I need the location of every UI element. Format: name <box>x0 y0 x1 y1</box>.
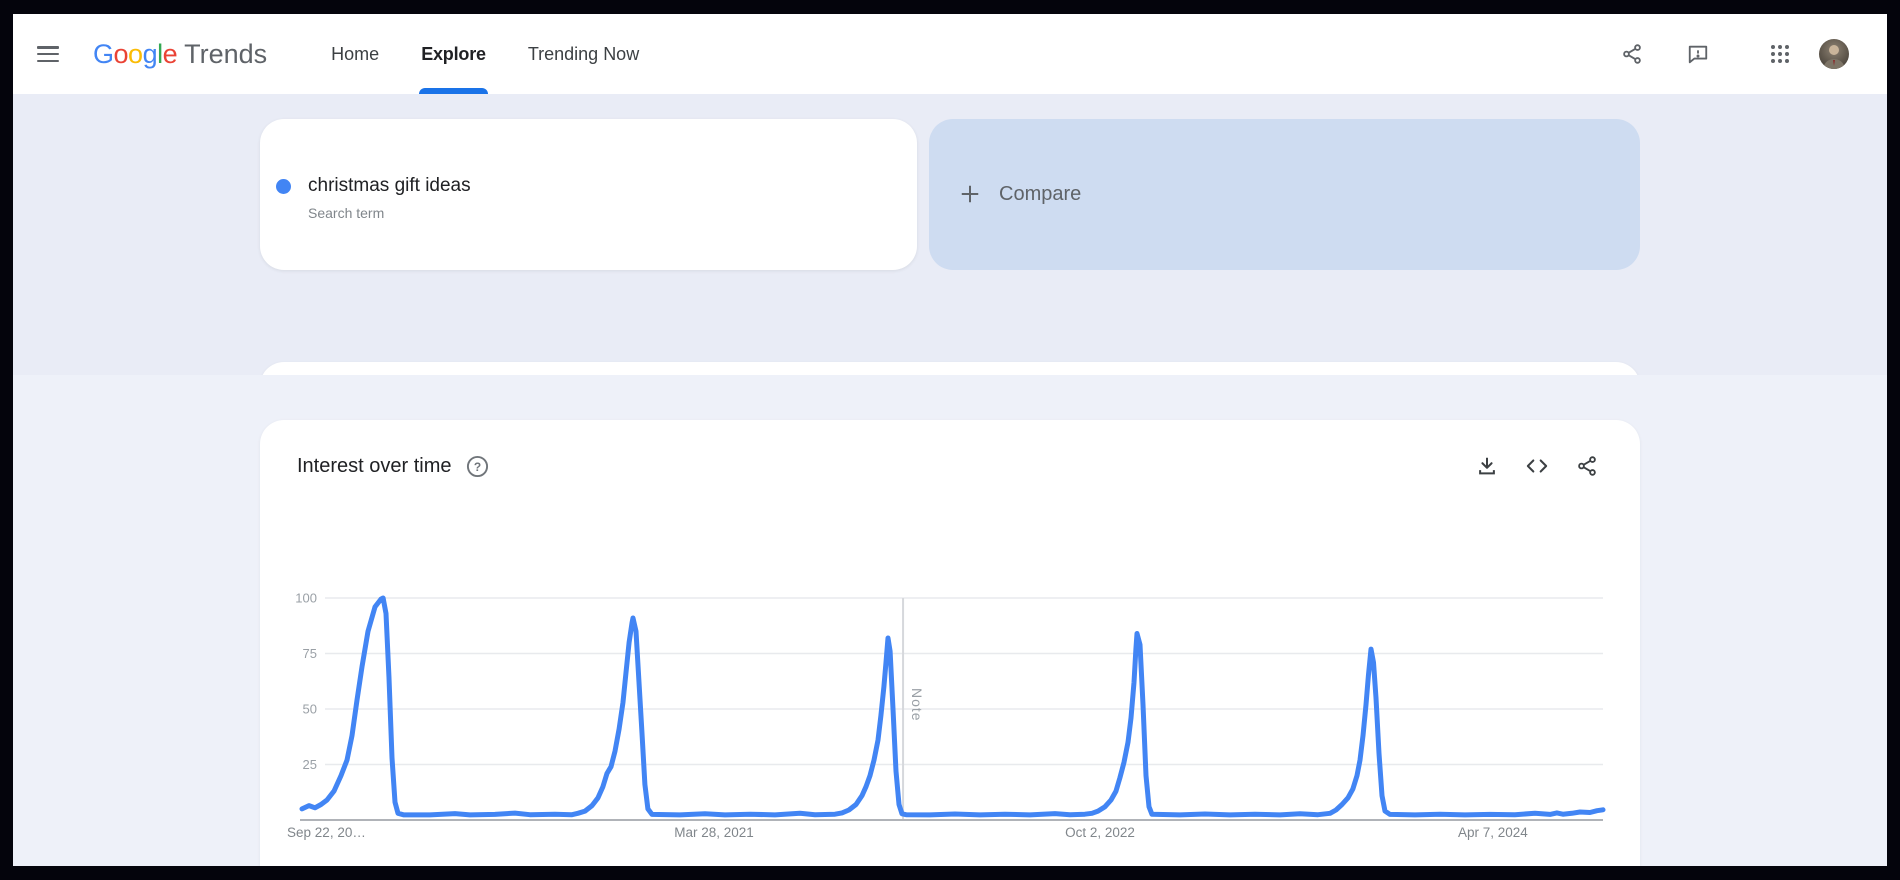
search-term-text[interactable]: christmas gift ideas <box>308 175 471 197</box>
primary-nav: Home Explore Trending Now <box>329 14 679 94</box>
chart-header: Interest over time ? <box>260 420 1640 512</box>
logo-product-name: Trends <box>184 39 267 69</box>
logo-letter: o <box>128 39 143 69</box>
logo-letter: o <box>114 39 129 69</box>
note-marker-label[interactable]: Note <box>909 688 925 722</box>
google-trends-logo[interactable]: GoogleTrends <box>93 39 267 70</box>
logo-letter: g <box>143 39 158 69</box>
series-color-dot <box>276 179 291 194</box>
explore-hero-section: christmas gift ideas Search term Compare… <box>13 94 1887 375</box>
chart-title: Interest over time <box>297 455 452 478</box>
add-comparison-card[interactable]: Compare <box>929 119 1640 270</box>
search-term-card[interactable]: christmas gift ideas Search term <box>260 119 917 270</box>
nav-item-trending-now[interactable]: Trending Now <box>526 14 641 94</box>
svg-text:?: ? <box>473 459 480 473</box>
search-terms-row: christmas gift ideas Search term Compare <box>260 119 1640 270</box>
interest-over-time-card: 25 50 75 100 Note Sep 22, 20… Mar 28, 2021 Oct … <box>260 420 1640 866</box>
y-axis-tick-label: 100 <box>295 591 317 606</box>
download-icon[interactable] <box>1474 453 1500 479</box>
share-icon[interactable] <box>1619 41 1645 67</box>
x-axis-tick-label: Sep 22, 20… <box>287 825 366 840</box>
avatar[interactable] <box>1819 39 1849 69</box>
logo-letter: G <box>93 39 114 69</box>
plus-icon <box>959 183 981 210</box>
compare-label: Compare <box>999 183 1081 206</box>
y-axis-tick-label: 25 <box>303 757 317 772</box>
menu-icon[interactable] <box>37 46 59 62</box>
logo-letter: e <box>163 39 178 69</box>
results-section: 25 50 75 100 Note Sep 22, 20… Mar 28, 2021 Oct … <box>13 375 1887 866</box>
y-axis-tick-label: 50 <box>303 702 317 717</box>
share-icon[interactable] <box>1574 453 1600 479</box>
google-trends-page: GoogleTrends Home Explore Trending Now <box>13 14 1887 866</box>
chart-toolbar <box>1450 453 1600 479</box>
embed-icon[interactable] <box>1524 453 1550 479</box>
search-term-type: Search term <box>308 205 384 221</box>
x-axis-tick-label: Oct 2, 2022 <box>1065 825 1135 840</box>
feedback-icon[interactable] <box>1685 41 1711 67</box>
app-header: GoogleTrends Home Explore Trending Now <box>13 14 1887 94</box>
y-axis-tick-label: 75 <box>303 646 317 661</box>
header-actions <box>1619 39 1887 69</box>
x-axis-tick-label: Apr 7, 2024 <box>1458 825 1528 840</box>
x-axis-tick-label: Mar 28, 2021 <box>674 825 754 840</box>
nav-item-explore[interactable]: Explore <box>419 14 488 94</box>
trend-line-series[interactable] <box>302 598 1603 815</box>
apps-grid-icon[interactable] <box>1767 41 1793 67</box>
google-logo-wordmark: Google <box>93 39 177 69</box>
help-icon[interactable]: ? <box>466 455 489 478</box>
nav-item-home[interactable]: Home <box>329 14 381 94</box>
